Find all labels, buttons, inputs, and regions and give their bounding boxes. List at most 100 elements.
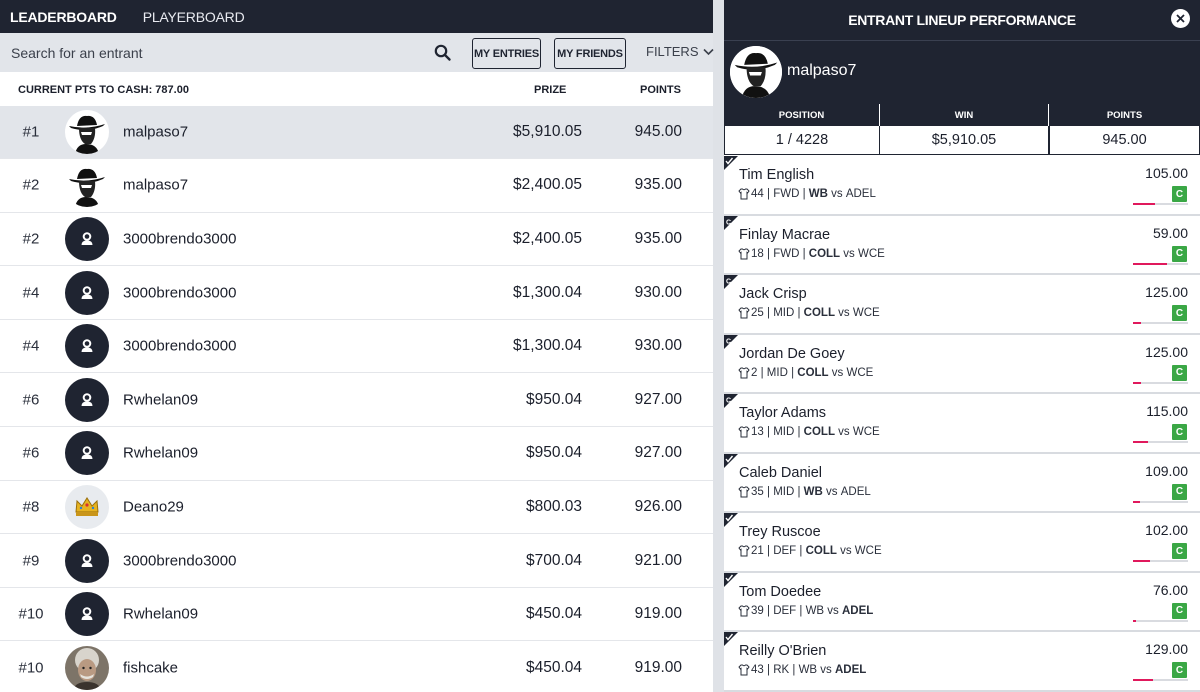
player-position: FWD	[773, 247, 800, 260]
leaderboard-row[interactable]: #10 fishcake $450.04 919.00	[0, 641, 713, 692]
progress-bar	[1133, 500, 1188, 503]
points-value: 919.00	[634, 658, 682, 676]
entrant-name[interactable]: 3000brendo3000	[123, 338, 236, 355]
entrant-name[interactable]: 3000brendo3000	[123, 284, 236, 301]
progress-bar	[1133, 441, 1188, 443]
status-badge: C	[1172, 662, 1187, 678]
leaderboard-row[interactable]: #2 malpaso7 $2,400.05 935.00	[0, 159, 713, 213]
leaderboard-row[interactable]: #6 Rwhelan09 $950.04 927.00	[0, 427, 713, 481]
player-row[interactable]: Caleb Daniel 35 | MID | WB vs ADEL 109.00 C	[724, 453, 1200, 513]
tab-playerboard[interactable]: PLAYERBOARD	[143, 9, 245, 25]
search-input[interactable]	[0, 33, 460, 72]
player-number: 18	[751, 247, 764, 260]
default-avatar	[65, 270, 109, 315]
filters-dropdown[interactable]: FILTERS	[646, 44, 714, 59]
leaderboard-row[interactable]: #4 3000brendo3000 $1,300.04 930.00	[0, 266, 713, 320]
entrant-name[interactable]: Rwhelan09	[123, 606, 198, 623]
points-label: POINTS	[1049, 104, 1200, 126]
player-team: COLL	[805, 545, 837, 557]
default-avatar	[65, 377, 109, 422]
leaderboard-row[interactable]: #8 Deano29 $800.03 926.00	[0, 480, 713, 535]
entrant-name[interactable]: 3000brendo3000	[123, 230, 236, 247]
player-number: 44	[751, 188, 764, 200]
rank: #8	[22, 498, 40, 516]
player-opponent: ADEL	[840, 485, 871, 498]
player-name: Reilly O'Brien	[739, 643, 827, 659]
cowboy-avatar	[65, 163, 109, 208]
player-row[interactable]: Tim English 44 | FWD | WB vs ADEL 105.00 C	[724, 156, 1200, 216]
rank: #2	[22, 230, 40, 248]
player-number: 39	[751, 604, 764, 617]
entrant-name[interactable]: Rwhelan09	[123, 445, 198, 462]
entrant-name[interactable]: 3000brendo3000	[123, 552, 236, 569]
player-points: 129.00	[1145, 641, 1188, 657]
player-row[interactable]: C Jack Crisp 25 | MID | COLL vs WCE 125.00 C	[724, 275, 1200, 335]
points-value: 945.00	[1048, 126, 1200, 155]
leaderboard-row[interactable]: #4 3000brendo3000 $1,300.04 930.00	[0, 319, 713, 374]
jersey-icon	[738, 248, 750, 259]
leaderboard-row[interactable]: #10 Rwhelan09 $450.04 919.00	[0, 587, 713, 642]
points-value: 935.00	[634, 229, 682, 247]
player-row[interactable]: C Finlay Macrae 18 | FWD | COLL vs WCE 59.0…	[724, 215, 1200, 275]
close-button[interactable]	[1171, 9, 1190, 28]
progress-fill	[1133, 560, 1150, 562]
player-row[interactable]: C Jordan De Goey 2 | MID | COLL vs WCE 125.…	[724, 334, 1200, 394]
player-name: Jordan De Goey	[739, 345, 845, 362]
status-badge: C	[1172, 543, 1187, 559]
player-meta: 35 | MID | WB vs ADEL	[738, 486, 871, 498]
my-friends-button[interactable]: MY FRIENDS	[554, 38, 626, 69]
prize-value: $1,300.04	[513, 337, 582, 355]
entrant-username: malpaso7	[787, 62, 857, 79]
entrant-name[interactable]: fishcake	[123, 659, 178, 676]
leaderboard-row[interactable]: #2 3000brendo3000 $2,400.05 935.00	[0, 212, 713, 267]
player-opponent: WCE	[857, 247, 885, 260]
player-team: COLL	[803, 307, 835, 319]
progress-fill	[1133, 619, 1137, 622]
captain-corner-icon: C	[724, 275, 738, 289]
player-row[interactable]: Tom Doedee 39 | DEF | WB vs ADEL 76.00 C	[724, 572, 1200, 632]
points-value: 935.00	[634, 176, 682, 194]
entrant-stats: POSITION WIN POINTS 1 / 4228 $5,910.05 9…	[724, 104, 1200, 156]
player-team: COLL	[803, 426, 835, 438]
lineup-performance-panel: ENTRANT LINEUP PERFORMANCE malpaso7 POSI…	[724, 0, 1200, 692]
player-meta: 2 | MID | COLL vs WCE	[738, 367, 873, 379]
progress-bar	[1133, 560, 1188, 562]
win-value: $5,910.05	[879, 126, 1049, 155]
player-name: Tim English	[739, 167, 815, 183]
player-number: 25	[751, 307, 764, 319]
leaderboard-row[interactable]: #1 malpaso7 $5,910.05 945.00	[0, 105, 713, 160]
default-avatar	[65, 592, 109, 637]
progress-bar	[1133, 619, 1188, 622]
player-opponent: ADEL	[845, 188, 876, 200]
entrant-name[interactable]: Deano29	[123, 498, 184, 515]
position-value: 1 / 4228	[724, 126, 880, 155]
player-name: Jack Crisp	[739, 286, 807, 302]
jersey-icon	[738, 545, 750, 557]
default-avatar	[65, 431, 109, 476]
panel-header: ENTRANT LINEUP PERFORMANCE	[724, 0, 1200, 40]
progress-fill	[1133, 322, 1141, 324]
player-meta: 18 | FWD | COLL vs WCE	[738, 248, 885, 260]
player-row[interactable]: C Taylor Adams 13 | MID | COLL vs WCE 115.0…	[724, 394, 1200, 454]
entrant-name[interactable]: malpaso7	[123, 123, 188, 140]
status-badge: C	[1172, 364, 1187, 381]
search-icon[interactable]	[434, 44, 452, 62]
rank: #10	[18, 605, 44, 623]
player-position: MID	[773, 307, 795, 319]
leaderboard-row[interactable]: #9 3000brendo3000 $700.04 921.00	[0, 534, 713, 588]
leaderboard-row[interactable]: #6 Rwhelan09 $950.04 927.00	[0, 373, 713, 428]
tab-leaderboard[interactable]: LEADERBOARD	[10, 9, 117, 25]
player-row[interactable]: Reilly O'Brien 43 | RK | WB vs ADEL 129.00…	[724, 632, 1200, 692]
entrant-name[interactable]: Rwhelan09	[123, 391, 198, 408]
player-row[interactable]: Trey Ruscoe 21 | DEF | COLL vs WCE 102.00 C	[724, 513, 1200, 573]
player-points: 59.00	[1152, 224, 1188, 241]
prize-value: $950.04	[525, 444, 582, 462]
column-header: CURRENT PTS TO CASH: 787.00 PRIZE POINTS	[0, 72, 713, 108]
check-corner-icon	[724, 513, 738, 527]
win-label: WIN	[880, 104, 1048, 126]
player-position: MID	[773, 485, 795, 498]
player-team: WB	[803, 485, 823, 498]
my-entries-button[interactable]: MY ENTRIES	[472, 38, 541, 69]
check-corner-icon	[724, 156, 738, 170]
entrant-name[interactable]: malpaso7	[123, 177, 188, 194]
